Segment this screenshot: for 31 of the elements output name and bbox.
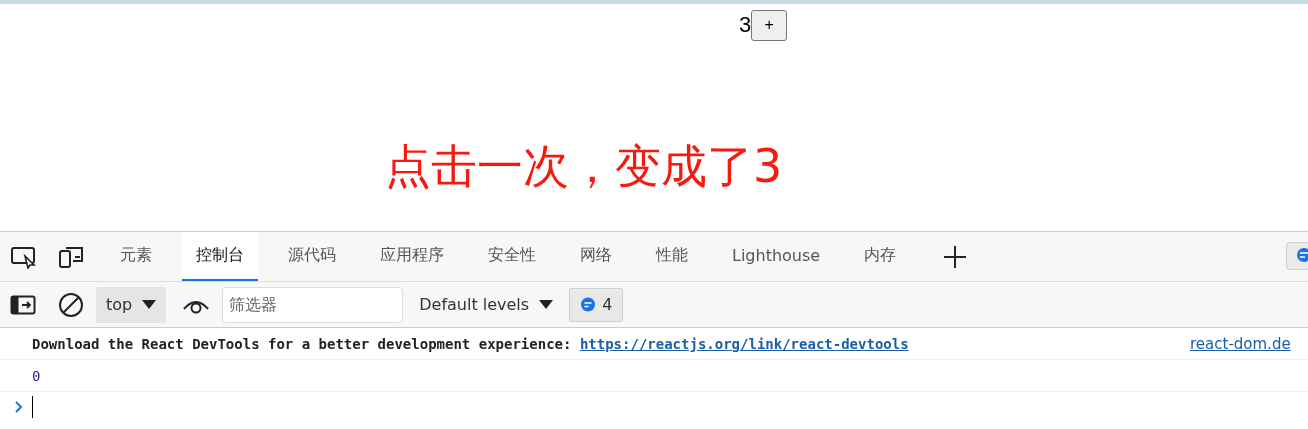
devtools-tab[interactable]: 网络: [566, 232, 626, 281]
inspect-icon[interactable]: [10, 244, 38, 269]
devtools-link[interactable]: https://reactjs.org/link/react-devtools: [579, 335, 909, 352]
devtools-tab[interactable]: 安全性: [474, 232, 550, 281]
caret-icon: [539, 299, 554, 310]
caret-icon: [142, 299, 157, 310]
devtools-tab[interactable]: Lighthouse: [718, 232, 835, 281]
sidebar-toggle-icon[interactable]: [10, 293, 36, 316]
message-count-button[interactable]: 4: [569, 287, 624, 322]
chat-icon: [580, 296, 597, 313]
devtools-tab[interactable]: 内存: [850, 232, 911, 281]
console-value: 0: [32, 367, 41, 384]
filter-field[interactable]: 筛选器: [222, 286, 404, 323]
source-link[interactable]: react-dom.de: [1190, 334, 1291, 353]
devtools-tab[interactable]: 元素: [106, 232, 166, 281]
add-tab-icon[interactable]: [942, 243, 969, 270]
devtools-tab[interactable]: 性能: [642, 232, 702, 281]
clear-console-icon[interactable]: [58, 291, 84, 318]
devtools-tab[interactable]: 源代码: [274, 232, 350, 281]
devtools-tab[interactable]: 应用程序: [366, 232, 458, 281]
console-message: Download the React DevTools for a better development experience: https://reactjs.org/link/react-devtools: [32, 335, 909, 352]
chat-icon: [1295, 247, 1308, 265]
context-dropdown[interactable]: top: [96, 286, 167, 323]
annotation-text: 点击一次，变成了3: [385, 138, 783, 195]
devtools-tab[interactable]: 控制台: [182, 232, 258, 281]
device-toggle-icon[interactable]: [58, 244, 84, 269]
text-cursor: [32, 396, 33, 418]
prompt-chevron-icon[interactable]: [14, 400, 24, 414]
increment-button[interactable]: +: [751, 9, 788, 41]
levels-dropdown[interactable]: Default levels: [413, 295, 560, 314]
counter-value: 3: [739, 12, 752, 38]
